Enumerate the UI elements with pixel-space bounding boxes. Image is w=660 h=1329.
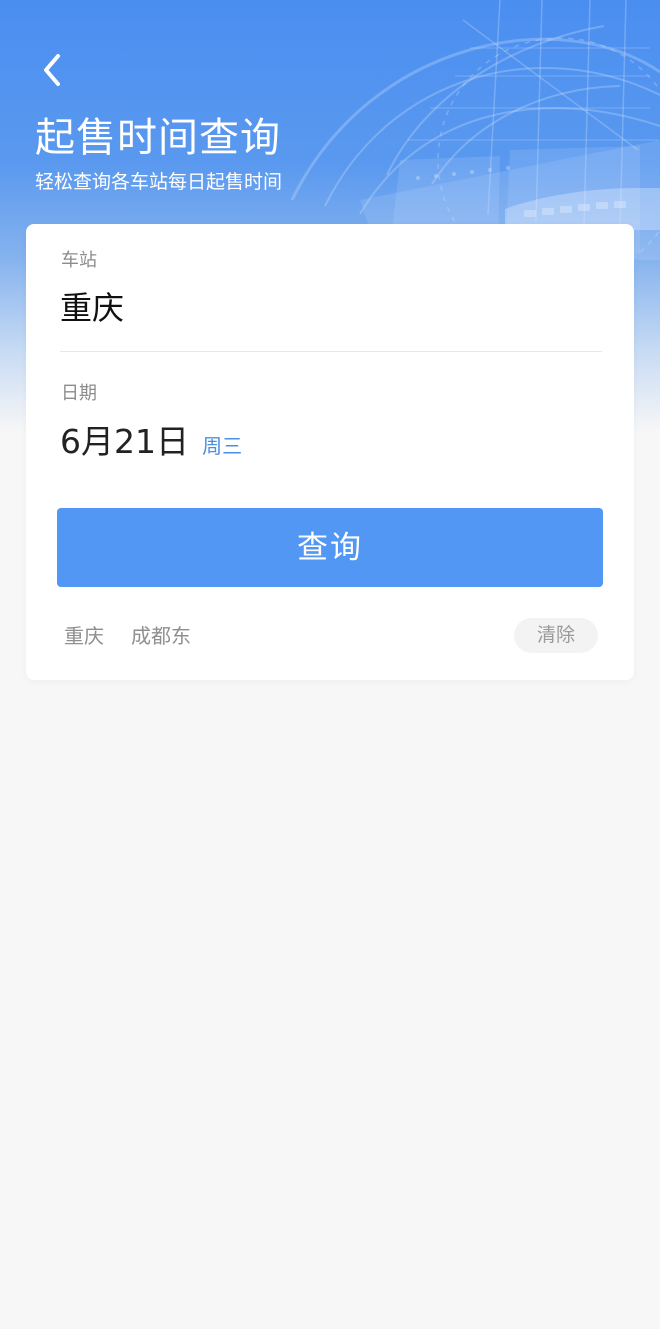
page-subtitle: 轻松查询各车站每日起售时间: [35, 171, 283, 193]
station-field[interactable]: 重庆: [60, 282, 600, 334]
clear-history-button[interactable]: 清除: [514, 618, 598, 653]
chevron-left-icon: [44, 54, 60, 86]
query-card: 车站 重庆 日期 6月21日 周三 查询 重庆 成都东 清除: [26, 224, 634, 680]
weekday-label: 周三: [202, 434, 243, 458]
date-label: 日期: [61, 383, 97, 404]
history-item-chengdu-east[interactable]: 成都东: [131, 619, 191, 653]
back-button[interactable]: [30, 48, 74, 92]
page-title: 起售时间查询: [35, 115, 281, 161]
station-value: 重庆: [60, 289, 125, 327]
field-divider: [60, 351, 602, 352]
date-field[interactable]: 6月21日 周三: [60, 416, 600, 468]
search-history: 重庆 成都东: [64, 619, 218, 653]
date-value: 6月21日: [60, 422, 189, 461]
station-label: 车站: [61, 250, 97, 271]
query-button[interactable]: 查询: [57, 508, 603, 587]
history-item-chongqing[interactable]: 重庆: [64, 619, 104, 653]
